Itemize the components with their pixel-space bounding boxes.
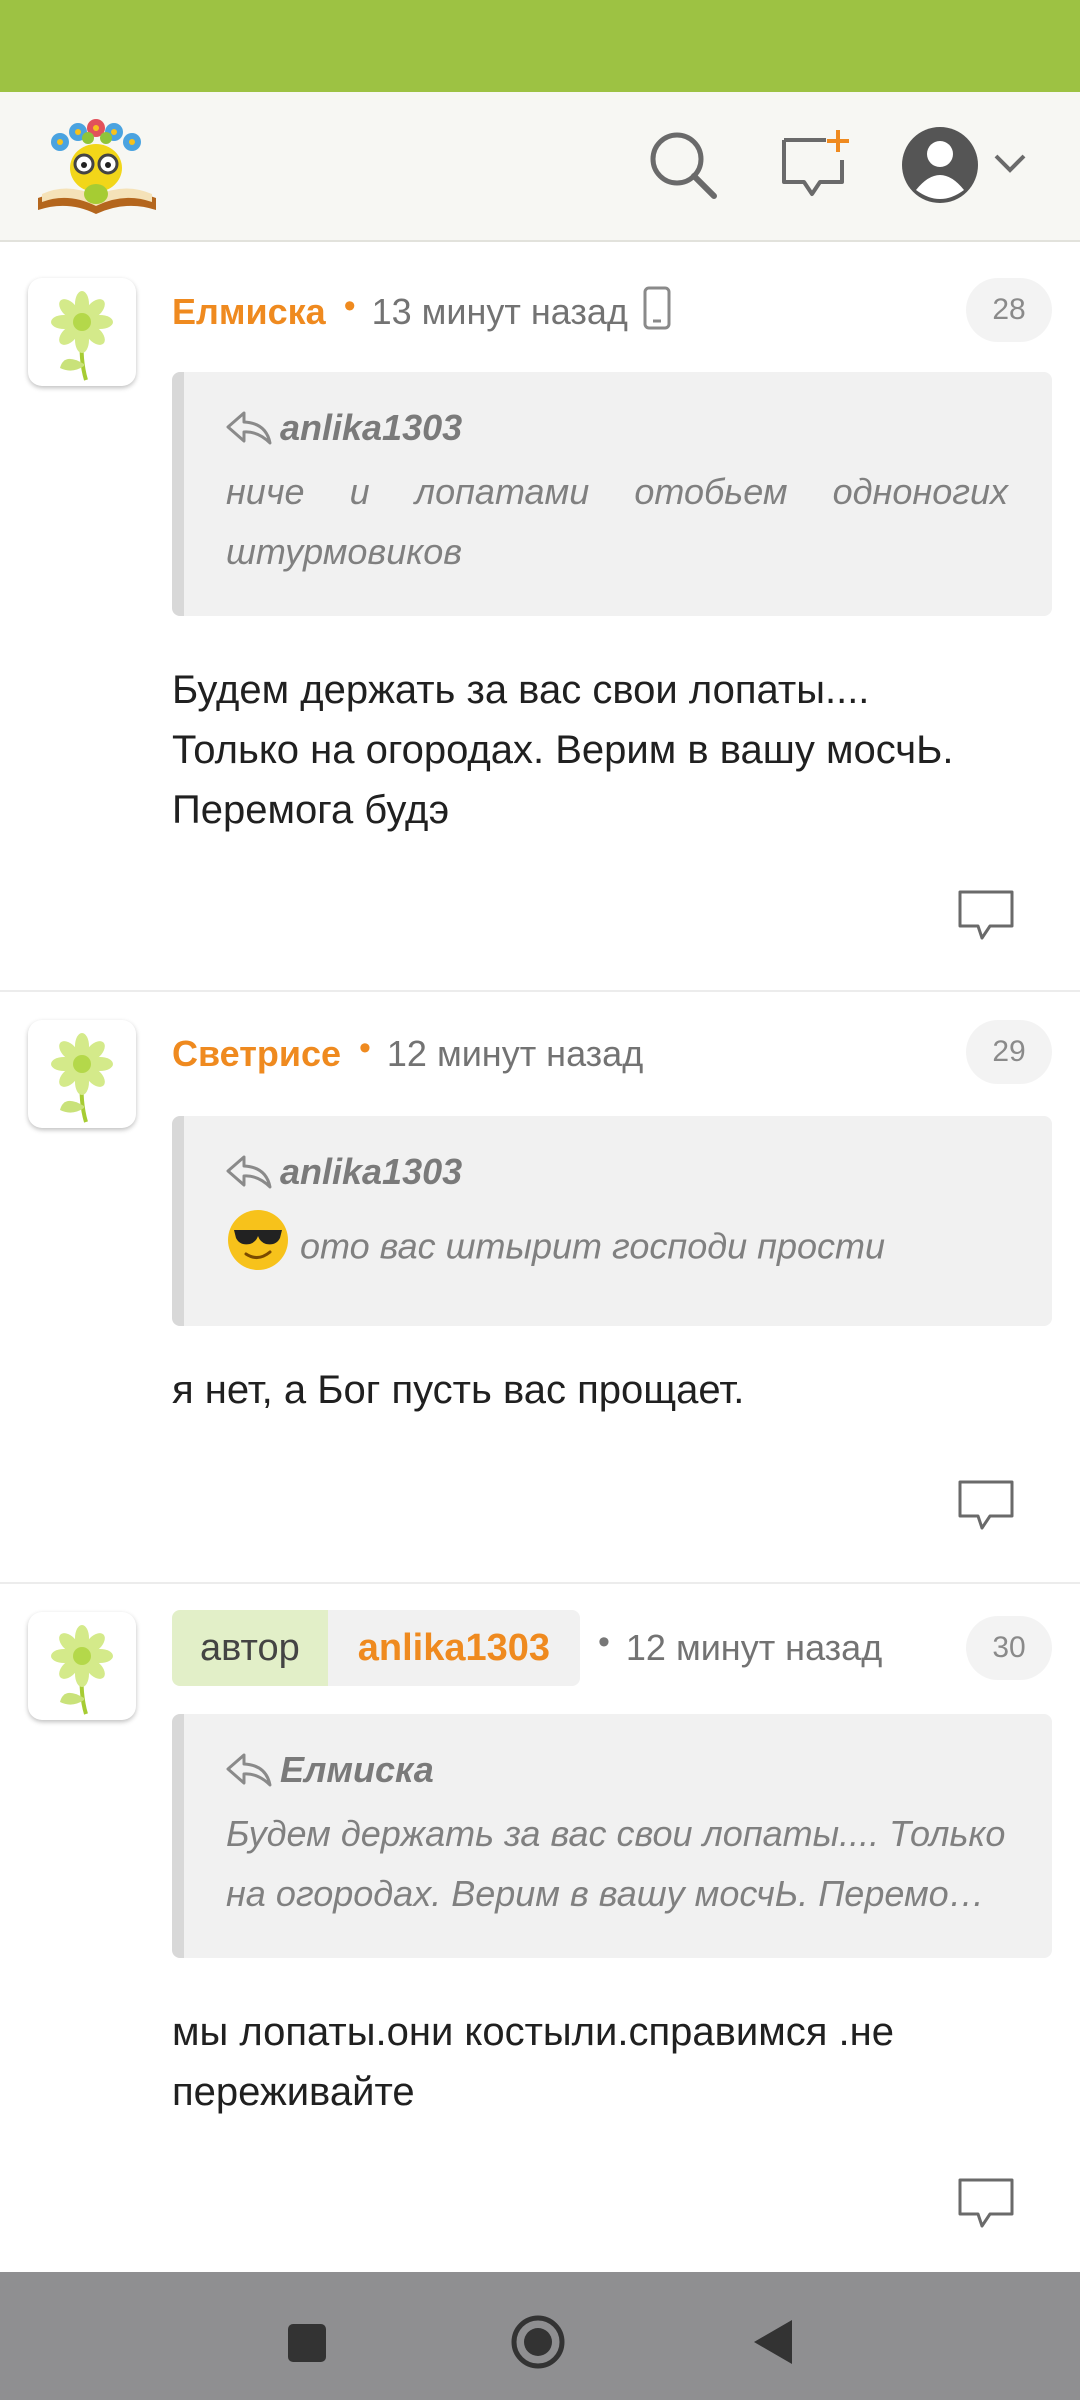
separator-dot: • — [359, 1028, 371, 1067]
comment-meta: Елмиска • 13 минут назад — [172, 282, 672, 342]
comment-item: автор anlika1303 • 12 минут назад 30 Елм… — [0, 1584, 1080, 2274]
comment-time: 13 минут назад — [371, 291, 628, 332]
comment-text-line: я нет, а Бог пусть вас прощает. — [172, 1368, 745, 1412]
comment-text-line: Только на огородах. Верим в вашу мосчЬ. — [172, 728, 954, 772]
quote-author: anlika1303 — [280, 407, 463, 448]
status-bar — [0, 0, 1080, 92]
user-avatar[interactable] — [28, 1020, 136, 1128]
system-navigation-bar — [0, 2272, 1080, 2400]
comment-number: 28 — [966, 278, 1052, 342]
reply-arrow-icon — [226, 411, 272, 445]
comment-meta: автор anlika1303 • 12 минут назад — [172, 1610, 882, 1686]
profile-icon[interactable] — [898, 120, 988, 210]
comment-text: Будем держать за вас свои лопаты.... Тол… — [172, 660, 1052, 840]
back-icon[interactable] — [742, 2312, 802, 2372]
reply-icon[interactable] — [956, 1478, 1016, 1534]
quote-header: Елмиска — [226, 1748, 1008, 1792]
comment-time: 12 минут назад — [386, 1033, 644, 1074]
quote-header: anlika1303 — [226, 406, 1008, 450]
reply-arrow-icon — [226, 1155, 272, 1189]
quote-text: Будем держать за вас свои лопаты.... Тол… — [226, 1804, 1008, 1924]
quoted-comment[interactable]: anlika1303 ото вас штырит господи прости — [172, 1116, 1052, 1326]
comment-text-line: Будем держать за вас свои лопаты.... — [172, 668, 870, 712]
quote-author: Елмиска — [280, 1749, 434, 1790]
comment-text-line: Перемога будэ — [172, 788, 450, 832]
comment-text: мы лопаты.они костыли.справимся .не пере… — [172, 2002, 1052, 2122]
chevron-down-icon[interactable] — [990, 144, 1030, 184]
comment-author[interactable]: anlika1303 — [327, 1610, 580, 1686]
separator-dot: • — [598, 1622, 610, 1661]
user-avatar[interactable] — [28, 278, 136, 386]
home-icon[interactable] — [508, 2312, 568, 2372]
comment-author[interactable]: Елмиска — [172, 291, 326, 333]
quote-header: anlika1303 — [226, 1150, 1008, 1194]
reply-arrow-icon — [226, 1753, 272, 1787]
quote-content: ото вас штырит господи прости — [226, 1208, 1008, 1290]
comment-number: 29 — [966, 1020, 1052, 1084]
reply-icon[interactable] — [956, 888, 1016, 944]
comment-item: Елмиска • 13 минут назад 28 anlika1303 н… — [0, 242, 1080, 992]
comment-author[interactable]: Светрисе — [172, 1033, 341, 1075]
comment-text-line: мы лопаты.они костыли.справимся .не — [172, 2010, 894, 2054]
user-avatar[interactable] — [28, 1612, 136, 1720]
author-label: автор — [172, 1610, 328, 1686]
comment-number: 30 — [966, 1616, 1052, 1680]
quote-text: ото вас штырит господи прости — [300, 1225, 886, 1267]
new-message-icon[interactable] — [776, 126, 856, 206]
comment-time: 12 минут назад — [625, 1627, 883, 1668]
reading-bookworm-logo-icon[interactable] — [32, 110, 162, 218]
comment-text: я нет, а Бог пусть вас прощает. — [172, 1360, 1052, 1420]
quote-text-line: на огородах. Верим в вашу мосчЬ. Перемо… — [226, 1873, 985, 1914]
quote-text: ниче и лопатами отобьем одноногих штурмо… — [226, 471, 1008, 572]
quote-text-line: Будем держать за вас свои лопаты.... Тол… — [226, 1813, 1006, 1854]
quoted-comment[interactable]: anlika1303 ниче и лопатами отобьем однон… — [172, 372, 1052, 616]
search-icon[interactable] — [644, 126, 724, 206]
separator-dot: • — [343, 286, 356, 325]
comment-text-line: переживайте — [172, 2070, 415, 2114]
recent-apps-icon[interactable] — [276, 2312, 336, 2372]
reply-icon[interactable] — [956, 2176, 1016, 2232]
quoted-comment[interactable]: Елмиска Будем держать за вас свои лопаты… — [172, 1714, 1052, 1958]
quote-author: anlika1303 — [280, 1151, 463, 1192]
author-tag: автор anlika1303 — [172, 1610, 580, 1686]
app-header — [0, 92, 1080, 242]
comments-list: Елмиска • 13 минут назад 28 anlika1303 н… — [0, 242, 1080, 2274]
sunglasses-emoji — [226, 1208, 290, 1290]
comment-meta: Светрисе • 12 минут назад — [172, 1024, 643, 1084]
comment-item: Светрисе • 12 минут назад 29 anlika1303 — [0, 992, 1080, 1584]
phone-icon — [642, 285, 672, 340]
